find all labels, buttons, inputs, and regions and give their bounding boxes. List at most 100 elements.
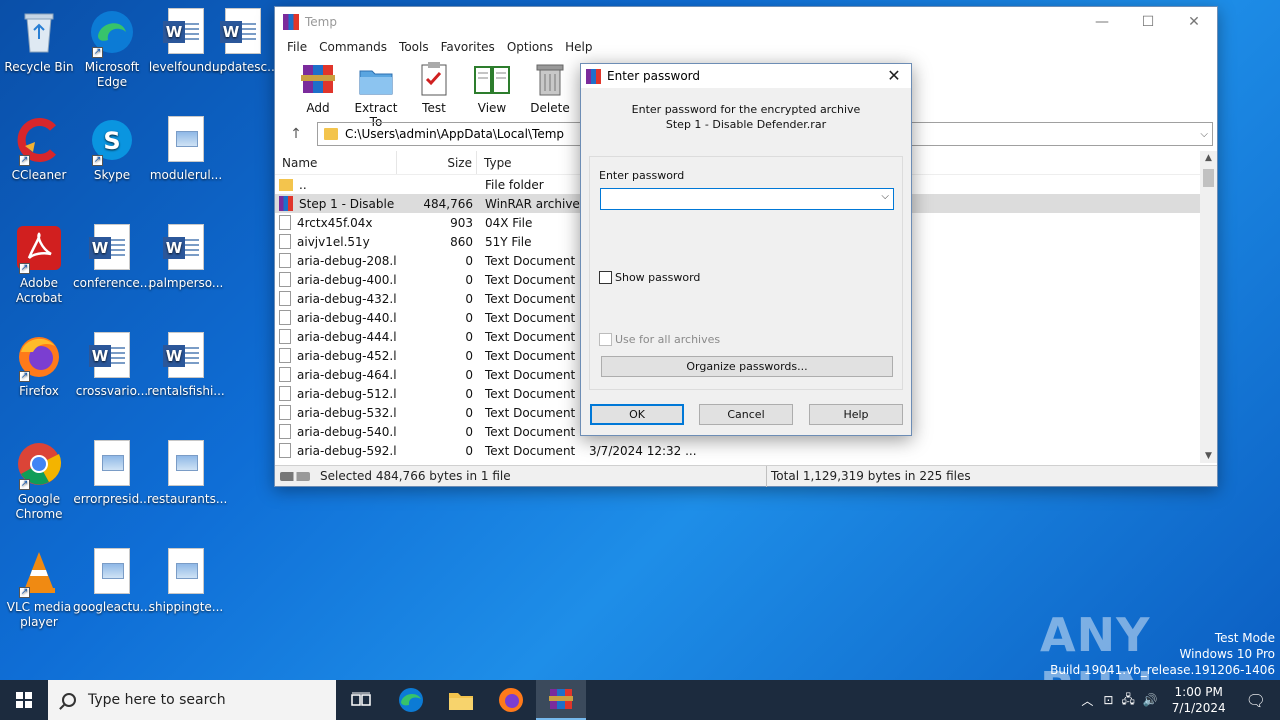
chrome-icon: ↗ <box>15 440 63 490</box>
network-icon[interactable]: 🖧 <box>1117 690 1138 711</box>
organize-passwords-button[interactable]: Organize passwords... <box>601 356 893 377</box>
desktop-icon-acrobat[interactable]: ↗ Adobe Acrobat <box>0 224 78 306</box>
password-combobox[interactable]: ⌵ <box>600 188 894 210</box>
chevron-down-icon[interactable]: ⌵ <box>881 191 889 202</box>
desktop-icon-crossvario[interactable]: W crossvario... <box>73 332 151 399</box>
menu-help[interactable]: Help <box>559 37 598 57</box>
menu-favorites[interactable]: Favorites <box>435 37 501 57</box>
view-button[interactable]: View <box>463 61 521 115</box>
folder-icon <box>324 128 338 140</box>
file-name-cell: aria-debug-540.l... <box>275 424 397 439</box>
file-size: 0 <box>465 253 473 268</box>
file-name-cell: aria-debug-532.l... <box>275 405 397 420</box>
close-button[interactable]: ✕ <box>1171 7 1217 37</box>
chevron-up-icon[interactable]: ︿ <box>1075 692 1099 709</box>
menu-commands[interactable]: Commands <box>313 37 393 57</box>
file-name: aria-debug-444.l... <box>297 329 397 344</box>
desktop-icon-palmperso[interactable]: W palmperso... <box>147 224 225 291</box>
rar-archive-icon <box>279 196 293 211</box>
chevron-down-icon[interactable]: ⌵ <box>1200 129 1208 140</box>
scroll-down-icon[interactable]: ▼ <box>1200 451 1217 461</box>
file-icon <box>279 424 291 439</box>
desktop-icon-conference[interactable]: W conference... <box>73 224 151 291</box>
maximize-button[interactable]: ☐ <box>1125 7 1171 37</box>
extract-to-button[interactable]: Extract To <box>347 61 405 129</box>
password-input[interactable] <box>601 189 871 209</box>
desktop-icon-rentalsfishi[interactable]: W rentalsfishi... <box>147 332 225 399</box>
file-name-cell: aivjv1el.51y <box>275 234 397 249</box>
file-name-cell: aria-debug-400.l... <box>275 272 397 287</box>
folder-icon <box>279 178 293 191</box>
column-type[interactable]: Type <box>477 151 581 174</box>
file-size: 0 <box>465 386 473 401</box>
delete-button[interactable]: Delete <box>521 61 579 115</box>
vertical-scrollbar[interactable]: ▲ ▼ <box>1200 151 1217 463</box>
ok-button[interactable]: OK <box>590 404 684 425</box>
help-button[interactable]: Help <box>809 404 903 425</box>
meet-now-icon[interactable]: ⊡ <box>1099 693 1117 707</box>
cancel-button[interactable]: Cancel <box>699 404 793 425</box>
search-box[interactable]: Type here to search <box>48 680 336 720</box>
clock[interactable]: 1:00 PM 7/1/2024 <box>1162 684 1236 716</box>
column-size[interactable]: Size <box>397 151 477 174</box>
menu-options[interactable]: Options <box>501 37 559 57</box>
file-size: 0 <box>465 367 473 382</box>
scroll-up-icon[interactable]: ▲ <box>1200 153 1217 163</box>
word-doc-icon: W <box>219 8 267 56</box>
file-icon <box>279 253 291 268</box>
desktop-icon-label: shippingte... <box>148 600 224 614</box>
desktop-icon-skype[interactable]: S ↗ Skype <box>73 116 151 183</box>
test-button[interactable]: Test <box>405 61 463 115</box>
menu-file[interactable]: File <box>281 37 313 57</box>
desktop-icon-ccleaner[interactable]: ↗ CCleaner <box>0 116 78 183</box>
taskbar-firefox[interactable] <box>486 680 536 720</box>
word-doc-icon: W <box>162 332 210 380</box>
desktop-icon-vlc[interactable]: ↗ VLC media player <box>0 548 78 630</box>
task-view-button[interactable] <box>336 680 386 720</box>
table-row[interactable]: aria-debug-592.l... 0 Text Document 3/7/202… <box>275 441 1217 460</box>
desktop-icon-label: updatesc... <box>212 60 274 74</box>
file-icon <box>279 272 291 287</box>
desktop-icon-restaurants[interactable]: restaurants... <box>147 440 227 507</box>
file-name: aria-debug-512.l... <box>297 386 397 401</box>
close-icon[interactable]: ✕ <box>885 66 903 85</box>
dialog-message-line1: Enter password for the encrypted archive <box>631 103 861 116</box>
menu-bar: File Commands Tools Favorites Options He… <box>275 37 1217 57</box>
menu-tools[interactable]: Tools <box>393 37 435 57</box>
add-button[interactable]: Add <box>289 61 347 115</box>
desktop-icon-errorpresid[interactable]: errorpresid... <box>73 440 151 507</box>
dialog-titlebar[interactable]: Enter password <box>581 64 911 88</box>
desktop-icon-modulerul[interactable]: modulerul... <box>147 116 225 183</box>
file-type: Text Document <box>485 443 576 458</box>
file-size: 903 <box>450 215 473 230</box>
desktop-icon-edge[interactable]: ↗ Microsoft Edge <box>73 8 151 90</box>
desktop-icon-label: googleactu... <box>73 600 152 614</box>
desktop-icon-chrome[interactable]: ↗ Google Chrome <box>0 440 78 522</box>
desktop-icon-firefox[interactable]: ↗ Firefox <box>0 332 78 399</box>
scroll-thumb[interactable] <box>1203 169 1214 187</box>
desktop-icon-googleactu[interactable]: googleactu... <box>73 548 151 615</box>
minimize-button[interactable]: — <box>1079 7 1125 37</box>
start-button[interactable] <box>0 680 48 720</box>
checkbox-box[interactable] <box>599 271 612 284</box>
column-name[interactable]: Name <box>275 151 397 174</box>
taskbar-edge[interactable] <box>386 680 436 720</box>
file-name-cell: 4rctx45f.04x <box>275 215 397 230</box>
winrar-titlebar[interactable]: Temp — ☐ ✕ <box>275 7 1217 37</box>
file-name: aivjv1el.51y <box>297 234 370 249</box>
file-type: WinRAR archive <box>485 196 580 211</box>
taskbar-file-explorer[interactable] <box>436 680 486 720</box>
taskbar-winrar[interactable] <box>536 680 586 720</box>
up-arrow-icon[interactable]: ↑ <box>275 126 317 142</box>
file-size: 0 <box>465 291 473 306</box>
volume-icon[interactable]: 🔊 <box>1139 693 1162 707</box>
show-password-checkbox[interactable]: Show password <box>599 271 700 284</box>
desktop-icon-shippingte[interactable]: shippingte... <box>147 548 225 615</box>
word-doc-icon: W <box>162 8 210 56</box>
test-clipboard-icon <box>415 61 453 97</box>
desktop-icon-updatesc[interactable]: W updatesc... <box>212 8 274 75</box>
desktop-icon-label: CCleaner <box>11 168 67 182</box>
desktop-icon-recycle-bin[interactable]: Recycle Bin <box>0 8 78 75</box>
add-label: Add <box>306 101 330 115</box>
notifications-icon[interactable]: 🗨 <box>1236 691 1280 710</box>
